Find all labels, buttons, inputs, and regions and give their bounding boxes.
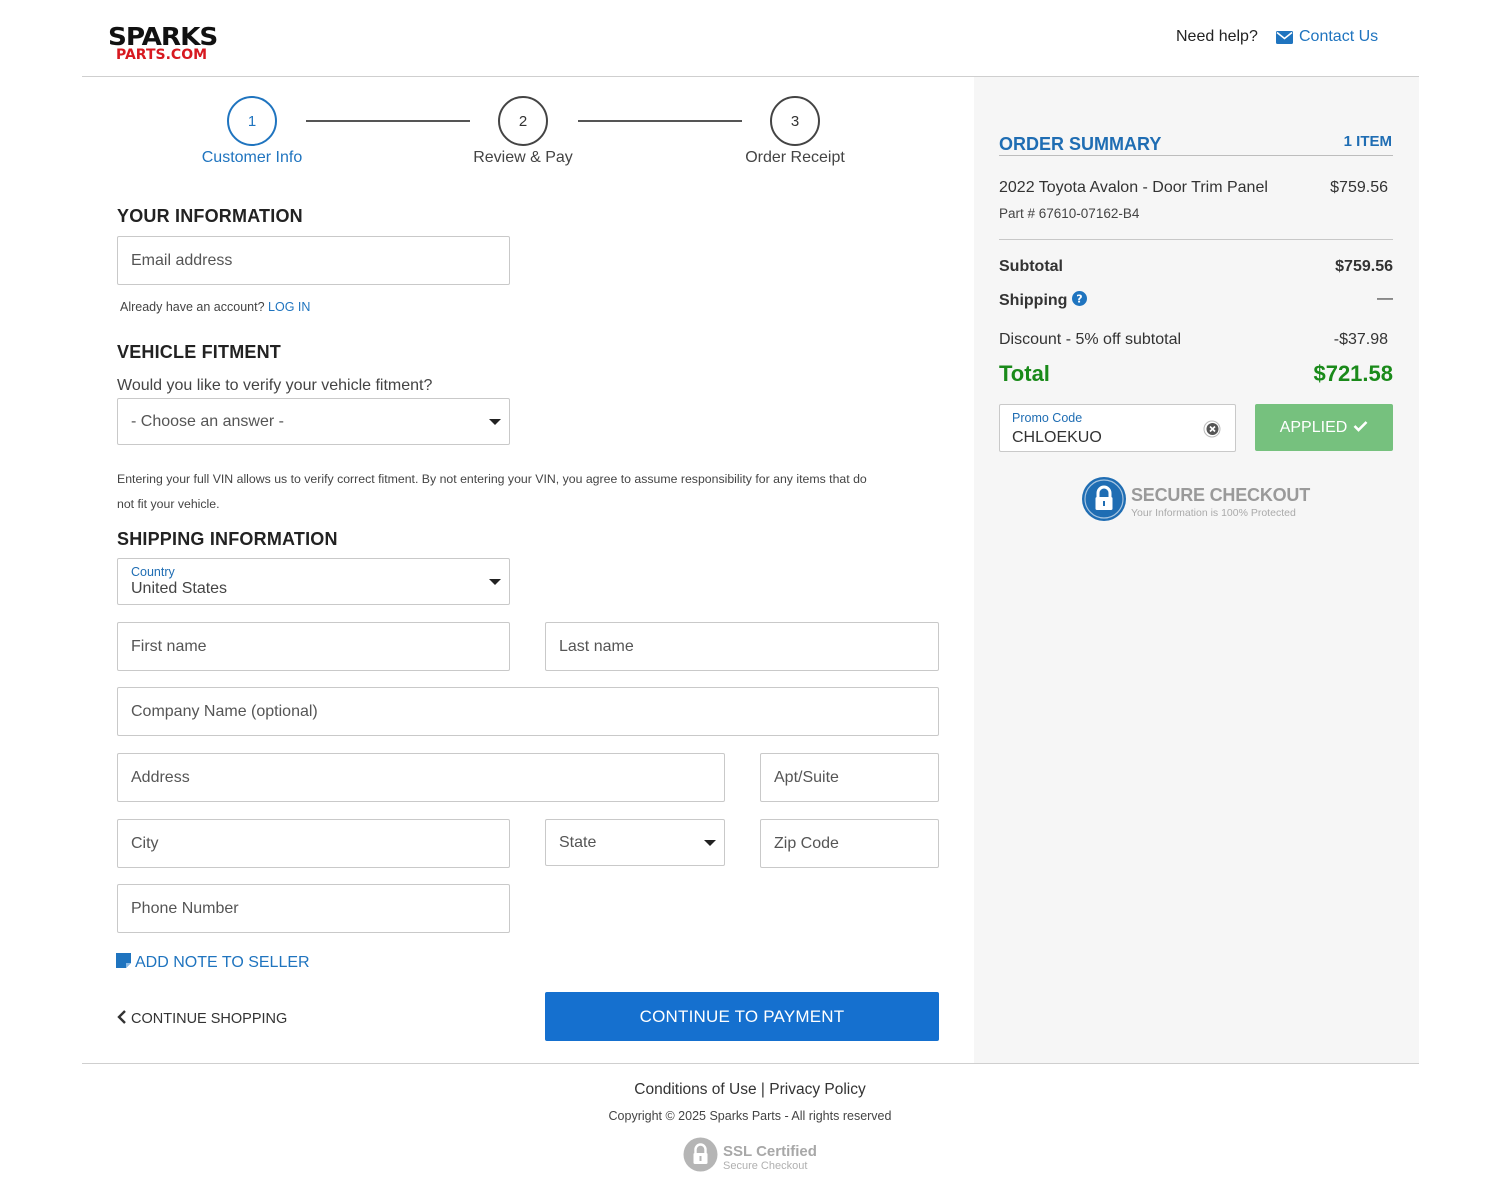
- discount-value: -$37.98: [1333, 331, 1388, 348]
- secure-checkout-badge: SECURE CHECKOUT Your Information is 100%…: [1082, 477, 1310, 526]
- total-value: $721.58: [1313, 361, 1393, 386]
- fitment-question: Would you like to verify your vehicle fi…: [117, 377, 433, 394]
- contact-us-link[interactable]: Contact Us: [1276, 28, 1378, 46]
- logo-parts-com[interactable]: PARTS.COM: [116, 48, 207, 62]
- item-part-number: Part # 67610-07162-B4: [999, 206, 1140, 221]
- country-value: United States: [131, 580, 228, 597]
- contact-us-label: Contact Us: [1299, 28, 1379, 45]
- step-2-circle: 2: [498, 96, 548, 146]
- login-link[interactable]: LOG IN: [268, 300, 310, 314]
- continue-to-payment-button[interactable]: CONTINUE TO PAYMENT: [545, 992, 939, 1041]
- item-name: 2022 Toyota Avalon - Door Trim Panel: [999, 179, 1268, 196]
- continue-shopping-label: CONTINUE SHOPPING: [131, 1011, 288, 1027]
- caret-down-icon: [489, 418, 501, 425]
- stepper-connector: [306, 120, 470, 122]
- ssl-padlock-icon: [683, 1137, 718, 1177]
- step-3-circle: 3: [770, 96, 820, 146]
- ssl-certified-title: SSL Certified: [723, 1142, 817, 1160]
- fitment-select[interactable]: - Choose an answer -: [117, 398, 510, 445]
- last-name-field[interactable]: Last name: [545, 622, 939, 671]
- zip-code-placeholder: Zip Code: [774, 834, 839, 852]
- applied-button[interactable]: APPLIED: [1255, 404, 1393, 451]
- your-information-heading: YOUR INFORMATION: [117, 206, 303, 226]
- address-field[interactable]: Address: [117, 753, 725, 802]
- shipping-value: —: [1377, 290, 1393, 307]
- subtotal-label: Subtotal: [999, 258, 1063, 275]
- country-select[interactable]: Country United States: [117, 558, 510, 605]
- secure-checkout-subtitle: Your Information is 100% Protected: [1131, 506, 1296, 519]
- first-name-field[interactable]: First name: [117, 622, 510, 671]
- note-icon: [116, 953, 131, 973]
- account-prompt-text: Already have an account?: [120, 300, 265, 314]
- vin-note: Entering your full VIN allows us to veri…: [117, 467, 937, 517]
- email-placeholder: Email address: [131, 251, 233, 269]
- stepper-connector: [578, 120, 742, 122]
- add-note-label: ADD NOTE TO SELLER: [135, 954, 310, 971]
- shipping-information-heading: SHIPPING INFORMATION: [117, 529, 338, 549]
- order-summary-heading: ORDER SUMMARY: [999, 134, 1162, 154]
- company-name-field[interactable]: Company Name (optional): [117, 687, 939, 736]
- address-placeholder: Address: [131, 768, 190, 786]
- apt-suite-field[interactable]: Apt/Suite: [760, 753, 939, 802]
- promo-code-value: CHLOEKUO: [1012, 429, 1102, 446]
- last-name-placeholder: Last name: [559, 637, 634, 655]
- step-2-label: Review & Pay: [473, 149, 573, 166]
- step-3-label: Order Receipt: [745, 149, 845, 166]
- shipping-row: Shipping ?: [999, 291, 1088, 311]
- apt-suite-placeholder: Apt/Suite: [774, 768, 839, 786]
- order-summary-panel: [974, 77, 1419, 1064]
- clear-circle-icon[interactable]: [1203, 420, 1221, 443]
- fitment-select-value: - Choose an answer -: [131, 412, 284, 430]
- ssl-certified-subtitle: Secure Checkout: [723, 1159, 808, 1172]
- zip-code-field[interactable]: Zip Code: [760, 819, 939, 868]
- svg-text:?: ?: [1077, 293, 1083, 306]
- conditions-of-use-link[interactable]: Conditions of Use: [634, 1081, 756, 1098]
- email-field[interactable]: Email address: [117, 236, 510, 285]
- promo-code-field[interactable]: Promo Code CHLOEKUO: [999, 404, 1236, 452]
- continue-shopping-link[interactable]: CONTINUE SHOPPING: [117, 1010, 287, 1028]
- subtotal-value: $759.56: [1335, 258, 1393, 275]
- copyright-text: Copyright © 2025 Sparks Parts - All righ…: [608, 1109, 892, 1123]
- footer-links: Conditions of Use | Privacy Policy: [0, 1081, 1500, 1099]
- secure-checkout-title: SECURE CHECKOUT: [1131, 484, 1311, 505]
- phone-number-placeholder: Phone Number: [131, 899, 239, 917]
- item-price: $759.56: [1330, 179, 1388, 196]
- summary-header-divider: [999, 155, 1393, 156]
- caret-down-icon: [704, 839, 716, 846]
- step-1-circle: 1: [227, 96, 277, 146]
- vin-note-line1: Entering your full VIN allows us to veri…: [117, 472, 867, 486]
- item-count: 1 ITEM: [1343, 133, 1392, 150]
- ssl-certified-badge: SSL Certified Secure Checkout: [683, 1137, 817, 1177]
- logo-sparks[interactable]: SPARKS: [108, 24, 218, 49]
- footer-separator: |: [760, 1081, 765, 1098]
- vin-note-line2: not fit your vehicle.: [117, 497, 220, 511]
- state-select-value: State: [559, 833, 597, 851]
- country-label: Country: [131, 565, 175, 579]
- chevron-left-icon: [117, 1010, 127, 1028]
- question-circle-icon[interactable]: ?: [1072, 291, 1088, 311]
- padlock-icon: [1082, 477, 1126, 526]
- state-select[interactable]: State: [545, 819, 725, 866]
- footer-divider: [82, 1063, 1419, 1064]
- applied-label: APPLIED: [1279, 418, 1348, 436]
- summary-item-divider: [999, 239, 1393, 240]
- city-field[interactable]: City: [117, 819, 510, 868]
- discount-label: Discount - 5% off subtotal: [999, 331, 1182, 348]
- caret-down-icon: [489, 578, 501, 585]
- checkmark-icon: [1353, 419, 1368, 437]
- add-note-to-seller-link[interactable]: ADD NOTE TO SELLER: [116, 953, 310, 973]
- privacy-policy-link[interactable]: Privacy Policy: [769, 1081, 865, 1098]
- account-prompt: Already have an account? LOG IN: [120, 300, 310, 314]
- shipping-label: Shipping: [999, 292, 1068, 309]
- company-name-placeholder: Company Name (optional): [131, 702, 318, 720]
- city-placeholder: City: [131, 834, 159, 852]
- first-name-placeholder: First name: [131, 637, 207, 655]
- vehicle-fitment-heading: VEHICLE FITMENT: [117, 342, 281, 362]
- promo-code-label: Promo Code: [1012, 411, 1083, 425]
- phone-number-field[interactable]: Phone Number: [117, 884, 510, 933]
- need-help-text: Need help?: [1176, 28, 1258, 45]
- envelope-icon: [1276, 30, 1293, 44]
- total-label: Total: [999, 361, 1050, 386]
- step-1-label: Customer Info: [201, 149, 303, 166]
